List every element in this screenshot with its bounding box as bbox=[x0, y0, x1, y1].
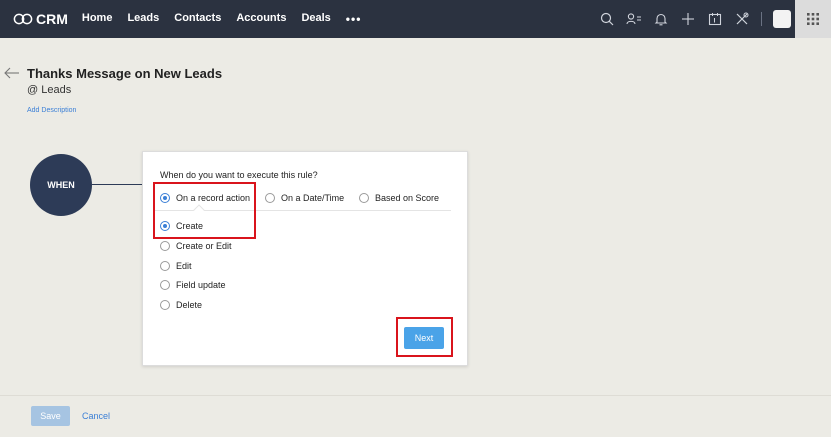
footer-bar: Save Cancel bbox=[0, 395, 831, 437]
radio-label: Create or Edit bbox=[176, 241, 232, 251]
nav-item-accounts[interactable]: Accounts bbox=[236, 12, 286, 26]
back-arrow-icon[interactable] bbox=[4, 66, 20, 84]
tools-icon[interactable] bbox=[734, 11, 750, 27]
radio-dot bbox=[160, 221, 170, 231]
contacts-icon[interactable] bbox=[626, 11, 642, 27]
radio-dot bbox=[160, 193, 170, 203]
radio-label: On a record action bbox=[176, 193, 251, 203]
radio-field-update[interactable]: Field update bbox=[160, 280, 226, 290]
radio-create[interactable]: Create bbox=[160, 221, 203, 231]
top-navbar: CRM Home Leads Contacts Accounts Deals •… bbox=[0, 0, 831, 38]
radio-label: Edit bbox=[176, 261, 192, 271]
nav-item-deals[interactable]: Deals bbox=[301, 12, 330, 26]
radio-dot bbox=[265, 193, 275, 203]
nav-more-button[interactable]: ••• bbox=[346, 12, 362, 26]
avatar[interactable] bbox=[773, 10, 791, 28]
bell-icon[interactable] bbox=[653, 11, 669, 27]
main-nav: Home Leads Contacts Accounts Deals ••• bbox=[82, 12, 362, 26]
nav-item-contacts[interactable]: Contacts bbox=[174, 12, 221, 26]
cancel-link[interactable]: Cancel bbox=[82, 411, 110, 421]
crm-logo[interactable]: CRM bbox=[13, 11, 68, 27]
rule-module: @ Leads bbox=[27, 84, 72, 96]
apps-grid-icon bbox=[807, 13, 819, 25]
radio-label: Field update bbox=[176, 280, 226, 290]
radio-label: On a Date/Time bbox=[281, 193, 345, 203]
radio-dot bbox=[160, 241, 170, 251]
radio-delete[interactable]: Delete bbox=[160, 300, 202, 310]
plus-icon[interactable] bbox=[680, 11, 696, 27]
add-description-link[interactable]: Add Description bbox=[27, 107, 76, 114]
radio-on-record-action[interactable]: On a record action bbox=[160, 193, 250, 203]
options-caret bbox=[193, 204, 205, 216]
topbar-actions bbox=[588, 0, 791, 38]
calendar-icon[interactable] bbox=[707, 11, 723, 27]
rule-trigger-card: When do you want to execute this rule? O… bbox=[142, 151, 468, 366]
when-node: WHEN bbox=[30, 154, 92, 216]
when-label: WHEN bbox=[47, 180, 75, 190]
when-connector-line bbox=[92, 184, 142, 185]
nav-item-home[interactable]: Home bbox=[82, 12, 113, 26]
radio-dot bbox=[359, 193, 369, 203]
apps-grid-button[interactable] bbox=[795, 0, 831, 38]
next-button[interactable]: Next bbox=[404, 327, 444, 349]
crm-logo-icon bbox=[13, 13, 33, 25]
crm-logo-text: CRM bbox=[36, 11, 68, 27]
trigger-question: When do you want to execute this rule? bbox=[160, 170, 318, 180]
radio-label: Create bbox=[176, 221, 204, 231]
radio-on-date-time[interactable]: On a Date/Time bbox=[265, 193, 344, 203]
radio-dot bbox=[160, 300, 170, 310]
radio-label: Based on Score bbox=[375, 193, 440, 203]
radio-label: Delete bbox=[176, 300, 203, 310]
radio-edit[interactable]: Edit bbox=[160, 261, 192, 271]
topbar-separator bbox=[761, 12, 762, 26]
radio-dot bbox=[160, 261, 170, 271]
page-title: Thanks Message on New Leads bbox=[27, 66, 223, 81]
radio-create-or-edit[interactable]: Create or Edit bbox=[160, 241, 232, 251]
radio-based-on-score[interactable]: Based on Score bbox=[359, 193, 439, 203]
radio-dot bbox=[160, 280, 170, 290]
save-button[interactable]: Save bbox=[31, 406, 70, 426]
search-icon[interactable] bbox=[599, 11, 615, 27]
nav-item-leads[interactable]: Leads bbox=[127, 12, 159, 26]
